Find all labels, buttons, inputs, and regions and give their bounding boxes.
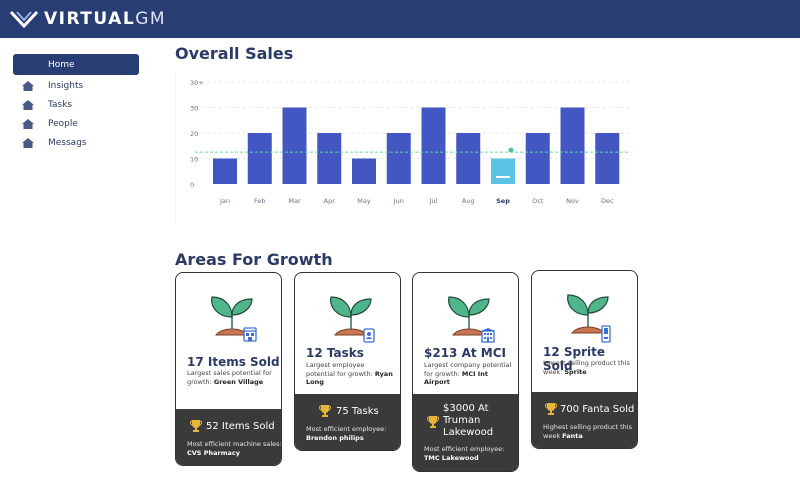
building-icon (481, 328, 495, 343)
bar-dec[interactable] (595, 133, 620, 184)
y-tick-label: 0 (190, 181, 194, 189)
bar-oct[interactable] (525, 133, 550, 184)
card-bottom-description: Most efficient employee: Brendon philips (306, 425, 387, 442)
card-bottom-description: Most efficient employee: TMC Lakewood (424, 445, 505, 462)
card-top: 17 Items Sold Largest sales potential fo… (176, 273, 281, 409)
highlight-bar-marker (496, 176, 510, 178)
bar-jan[interactable] (213, 158, 237, 185)
bar-jul[interactable] (421, 107, 446, 185)
card-title: $213 At MCI (424, 346, 506, 360)
card-description: Largest sales potential for growth: Gree… (187, 369, 272, 386)
sidebar-item-insights[interactable]: Insights (13, 76, 139, 95)
x-tick-label: Jun (393, 197, 404, 205)
sidebar-item-label: Insights (48, 80, 84, 91)
x-tick-label: Jan (219, 197, 230, 205)
sidebar-item-messages[interactable]: Messags (13, 133, 139, 152)
sidebar-nav: Home Insights Tasks People Messags (13, 54, 139, 152)
growth-card-mci[interactable]: $213 At MCI Largest company potential fo… (412, 272, 519, 472)
x-tick-label: Mar (288, 197, 301, 205)
bar-feb[interactable] (247, 133, 272, 184)
trophy-icon (190, 420, 202, 432)
bar-jun[interactable] (386, 133, 411, 184)
overall-sales-title: Overall Sales (175, 44, 294, 63)
x-tick-label: Jul (429, 197, 438, 205)
sidebar-item-home[interactable]: Home (13, 54, 139, 75)
card-description: Largest employee potential for growth: R… (306, 361, 393, 386)
sidebar-item-label: People (48, 118, 78, 129)
home-icon (22, 118, 34, 129)
bar-mar[interactable] (282, 107, 307, 185)
home-icon (22, 80, 34, 91)
sidebar-item-tasks[interactable]: Tasks (13, 95, 139, 114)
card-bottom-title: 75 Tasks (336, 406, 379, 417)
card-bottom-description: Highest selling product this week Fanta (543, 423, 632, 440)
x-tick-label: Apr (324, 197, 336, 205)
logo-icon (10, 10, 38, 29)
growth-card-items[interactable]: 17 Items Sold Largest sales potential fo… (175, 272, 282, 466)
x-tick-label: Nov (566, 197, 579, 205)
card-top: $213 At MCI Largest company potential fo… (413, 273, 518, 394)
store-icon (243, 327, 257, 342)
id-badge-icon (363, 328, 375, 343)
y-tick-label: 20 (190, 130, 198, 138)
sidebar-item-label: Home (48, 59, 75, 70)
top-bar: VIRTUALGM (0, 0, 800, 38)
reference-marker-dot (508, 147, 514, 153)
trophy-icon (545, 403, 557, 415)
card-title: 12 Tasks (306, 346, 364, 360)
x-tick-label: Dec (601, 197, 614, 205)
trophy-icon (319, 405, 331, 417)
sidebar-item-label: Messags (48, 137, 87, 148)
x-tick-label: Oct (532, 197, 544, 205)
card-top: 12 Tasks Largest employee potential for … (295, 273, 400, 394)
card-bottom: $3000 At Truman Lakewood Most efficient … (413, 394, 518, 471)
card-bottom-title: $3000 At Truman Lakewood (443, 403, 494, 438)
card-description: Largest company potential for growth: MC… (424, 361, 512, 386)
card-bottom-description: Most efficient machine sales: CVS Pharma… (187, 440, 282, 457)
sales-chart: 0 10 20 30 30+ Jan Feb Mar Apr May Jun Jul Aug Sep Oct… (174, 72, 635, 222)
x-tick-label: May (357, 197, 371, 205)
y-tick-label: 30 (190, 105, 198, 113)
growth-card-tasks[interactable]: 12 Tasks Largest employee potential for … (294, 272, 401, 451)
brand-logo-text[interactable]: VIRTUALGM (44, 9, 166, 29)
bar-apr[interactable] (317, 133, 342, 184)
card-bottom: 75 Tasks Most efficient employee: Brendo… (295, 394, 400, 450)
home-icon (22, 99, 34, 110)
x-tick-label: Feb (254, 197, 266, 205)
y-tick-label: 30+ (190, 79, 204, 87)
home-icon (22, 137, 34, 148)
sales-bar-chart: 0 10 20 30 30+ Jan Feb Mar Apr May Jun Jul Aug Sep Oct… (174, 72, 630, 222)
x-tick-label: Sep (496, 197, 510, 205)
areas-for-growth-title: Areas For Growth (175, 250, 333, 269)
card-top: 12 Sprite Sold Lowest selling product th… (532, 271, 637, 392)
card-bottom: 700 Fanta Sold Highest selling product t… (532, 392, 637, 448)
sidebar-item-label: Tasks (48, 99, 73, 110)
card-bottom-title: 700 Fanta Sold (560, 404, 635, 415)
growth-card-sprite[interactable]: 12 Sprite Sold Lowest selling product th… (531, 270, 638, 449)
bar-sep[interactable] (491, 158, 515, 185)
x-tick-label: Aug (462, 197, 475, 205)
trophy-icon (427, 416, 439, 428)
y-tick-label: 10 (190, 156, 198, 164)
bar-may[interactable] (352, 158, 376, 185)
card-description: Lowest selling product this week: Sprite (543, 359, 630, 376)
card-bottom-title: 52 Items Sold (206, 421, 275, 432)
bar-nov[interactable] (560, 107, 585, 185)
vending-machine-icon (601, 325, 611, 343)
sidebar-item-people[interactable]: People (13, 114, 139, 133)
bar-aug[interactable] (456, 133, 481, 184)
card-title: 17 Items Sold (187, 355, 280, 369)
card-bottom: 52 Items Sold Most efficient machine sal… (176, 409, 282, 465)
